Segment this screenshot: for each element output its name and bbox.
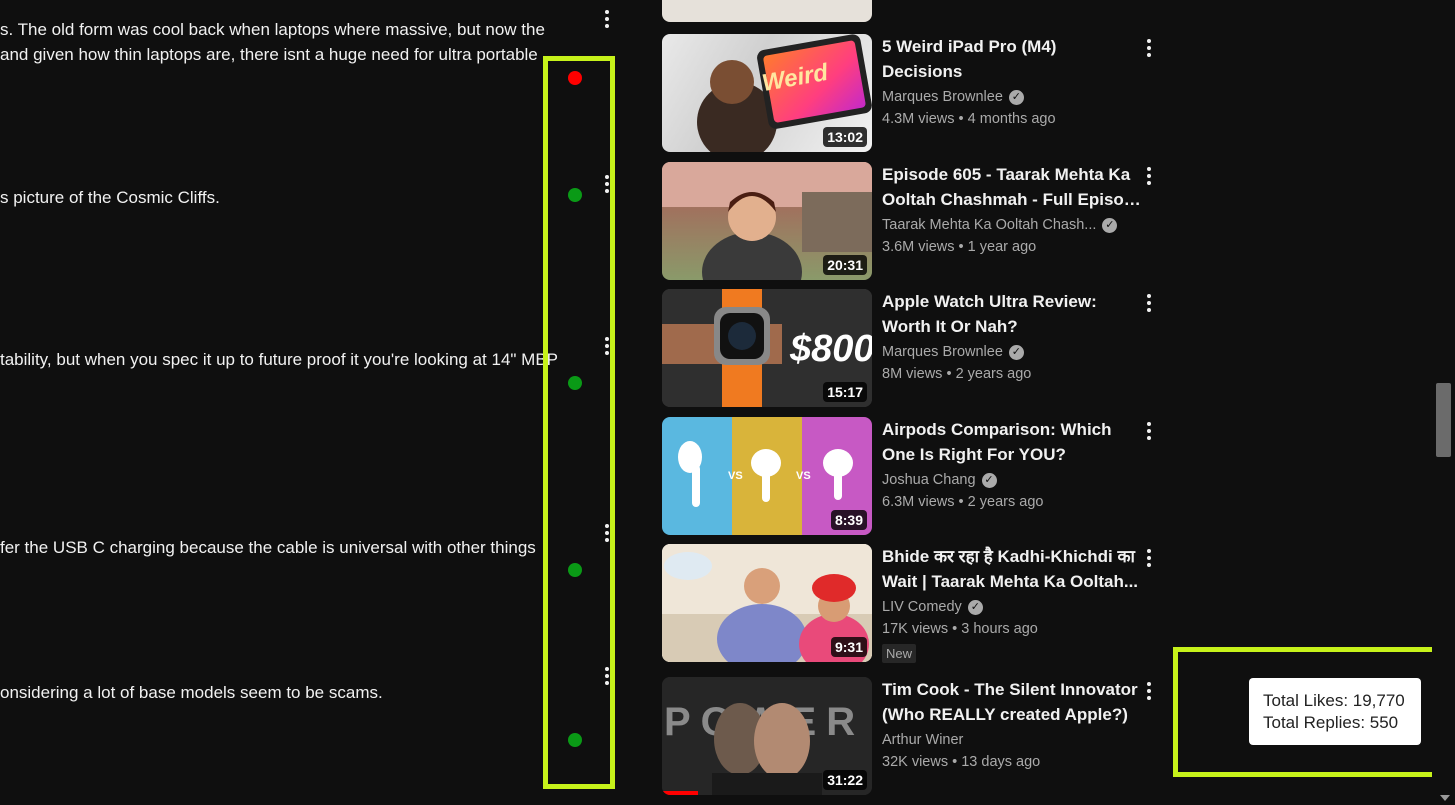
sentiment-dot-positive	[568, 376, 582, 390]
comment-text: onsidering a lot of base models seem to …	[0, 683, 383, 702]
sentiment-dot-negative	[568, 71, 582, 85]
channel-name[interactable]: Arthur Winer	[882, 732, 963, 748]
channel-name[interactable]: Joshua Chang ✓	[882, 472, 997, 488]
channel-name[interactable]: LIV Comedy ✓	[882, 599, 983, 615]
video-title[interactable]: Tim Cook - The Silent Innovator (Who REA…	[882, 677, 1142, 727]
page-scrollbar[interactable]	[1432, 0, 1455, 805]
video-menu-icon[interactable]	[1146, 422, 1152, 440]
thumbnail-text: VS	[796, 470, 811, 482]
video-item[interactable]: $800 15:17 Apple Watch Ultra Review: Wor…	[662, 289, 1162, 407]
channel-name[interactable]: Taarak Mehta Ka Ooltah Chash... ✓	[882, 217, 1118, 233]
scroll-down-arrow-icon[interactable]	[1440, 795, 1450, 801]
video-duration: 13:02	[823, 127, 867, 147]
video-thumbnail[interactable]: VS VS 8:39	[662, 417, 872, 535]
comment-text: s picture of the Cosmic Cliffs.	[0, 188, 220, 207]
video-item[interactable]: 9:31 Bhide कर रहा है Kadhi-Khichdi का Wa…	[662, 544, 1162, 663]
verified-icon: ✓	[1008, 344, 1024, 360]
comment-text: fer the USB C charging because the cable…	[0, 538, 536, 557]
watch-progress-bar	[662, 791, 698, 795]
video-menu-icon[interactable]	[1146, 549, 1152, 567]
video-thumbnail-partial[interactable]	[662, 0, 872, 22]
verified-icon: ✓	[967, 599, 983, 615]
video-menu-icon[interactable]	[1146, 682, 1152, 700]
thumbnail-text: $800	[789, 328, 872, 370]
video-menu-icon[interactable]	[1146, 167, 1152, 185]
video-duration: 20:31	[823, 255, 867, 275]
sentiment-dot-positive	[568, 733, 582, 747]
video-title[interactable]: Airpods Comparison: Which One Is Right F…	[882, 417, 1142, 467]
video-thumbnail[interactable]: Weird 13:02	[662, 34, 872, 152]
video-title[interactable]: Apple Watch Ultra Review: Worth It Or Na…	[882, 289, 1142, 339]
scrollbar-thumb[interactable]	[1436, 383, 1451, 457]
video-meta: 4.3M views • 4 months ago	[882, 111, 1056, 127]
thumbnail-text: VS	[728, 470, 743, 482]
video-item[interactable]: 20:31 Episode 605 - Taarak Mehta Ka Oolt…	[662, 162, 1162, 280]
video-item[interactable]: POWER 31:22 Tim Cook - The Silent Innova…	[662, 677, 1162, 795]
comment-menu-icon[interactable]	[604, 10, 610, 28]
video-title[interactable]: Episode 605 - Taarak Mehta Ka Ooltah Cha…	[882, 162, 1142, 212]
comment-text: s. The old form was cool back when lapto…	[0, 20, 545, 64]
video-duration: 15:17	[823, 382, 867, 402]
video-duration: 31:22	[823, 770, 867, 790]
new-badge: New	[882, 644, 917, 663]
sentiment-dot-positive	[568, 563, 582, 577]
sentiment-highlight-box	[543, 56, 615, 789]
video-duration: 9:31	[830, 637, 867, 657]
sentiment-dot-positive	[568, 188, 582, 202]
video-title[interactable]: Bhide कर रहा है Kadhi-Khichdi का Wait | …	[882, 544, 1142, 594]
video-duration: 8:39	[830, 510, 867, 530]
channel-name[interactable]: Marques Brownlee ✓	[882, 344, 1024, 360]
video-thumbnail[interactable]: $800 15:17	[662, 289, 872, 407]
video-thumbnail[interactable]: POWER 31:22	[662, 677, 872, 795]
verified-icon: ✓	[981, 472, 997, 488]
verified-icon: ✓	[1102, 217, 1118, 233]
video-menu-icon[interactable]	[1146, 39, 1152, 57]
video-meta: 8M views • 2 years ago	[882, 366, 1032, 382]
comments-section: s. The old form was cool back when lapto…	[0, 0, 620, 805]
video-thumbnail[interactable]: 9:31	[662, 544, 872, 662]
total-replies: Total Replies: 550	[1263, 713, 1399, 732]
video-meta: 32K views • 13 days ago	[882, 754, 1041, 770]
video-meta: 6.3M views • 2 years ago	[882, 494, 1044, 510]
video-menu-icon[interactable]	[1146, 294, 1152, 312]
video-meta: 3.6M views • 1 year ago	[882, 239, 1037, 255]
video-thumbnail[interactable]: 20:31	[662, 162, 872, 280]
verified-icon: ✓	[1008, 89, 1024, 105]
video-item[interactable]: VS VS 8:39 Airpods Comparison: Which One…	[662, 417, 1162, 535]
video-title[interactable]: 5 Weird iPad Pro (M4) Decisions	[882, 34, 1142, 84]
channel-name[interactable]: Marques Brownlee ✓	[882, 89, 1024, 105]
total-likes: Total Likes: 19,770	[1263, 691, 1405, 710]
video-meta: 17K views • 3 hours ago	[882, 621, 1038, 637]
stats-tooltip: Total Likes: 19,770 Total Replies: 550	[1249, 678, 1421, 745]
video-item[interactable]: Weird 13:02 5 Weird iPad Pro (M4) Decisi…	[662, 34, 1162, 152]
comment-text: tability, but when you spec it up to fut…	[0, 350, 558, 369]
